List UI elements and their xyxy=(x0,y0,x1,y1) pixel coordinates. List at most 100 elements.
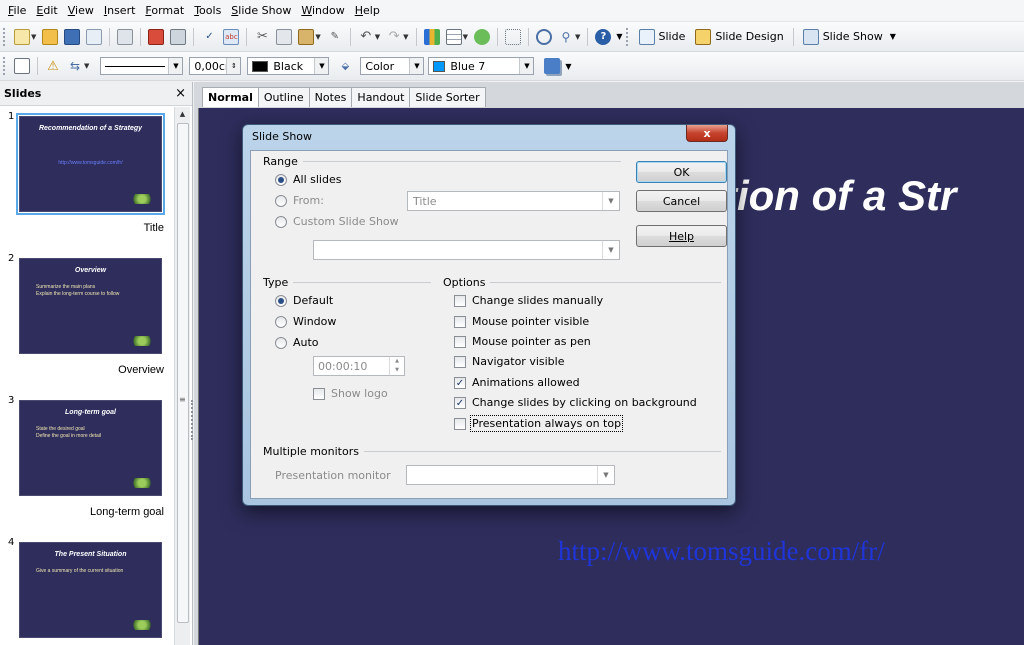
auto-pause-field[interactable]: 00:00:10 ▲ ▼ xyxy=(313,356,405,376)
clone-format-icon[interactable]: ✎ xyxy=(327,29,343,45)
all-slides-radio[interactable]: All slides xyxy=(275,173,341,186)
menu-view[interactable]: View xyxy=(63,4,99,17)
type-default-radio[interactable]: Default xyxy=(275,294,333,307)
spin-icon[interactable]: ▲ ▼ xyxy=(389,357,404,375)
custom-show-select[interactable]: ▼ xyxy=(313,240,620,260)
ok-button[interactable]: OK xyxy=(636,161,727,183)
line-style-select[interactable] xyxy=(100,57,171,75)
menu-help[interactable]: Help xyxy=(350,4,385,17)
slide-name: Overview xyxy=(118,364,164,376)
toolbar-grip[interactable] xyxy=(625,27,630,46)
tab-outline[interactable]: Outline xyxy=(257,87,310,107)
close-icon[interactable]: × xyxy=(175,86,186,101)
toolbar-overflow-icon[interactable]: ▼ xyxy=(565,62,571,71)
undo-dropdown-icon[interactable]: ▼ xyxy=(375,33,380,41)
toolbar-grip[interactable] xyxy=(3,57,7,75)
redo-dropdown-icon[interactable]: ▼ xyxy=(403,33,408,41)
slides-scrollbar[interactable]: ▲ ≡ xyxy=(174,107,190,645)
tab-normal[interactable]: Normal xyxy=(202,87,259,107)
area-style-select[interactable]: Color ▼ xyxy=(360,57,425,75)
undo-icon[interactable]: ↶ xyxy=(358,29,374,45)
open-folder-icon[interactable] xyxy=(42,28,59,45)
dialog-close-button[interactable]: x xyxy=(686,125,728,142)
arrow-style-dropdown-icon[interactable]: ▼ xyxy=(84,62,89,70)
range-label: Range xyxy=(263,155,298,168)
slide-thumbnail[interactable]: 2 Overview Summarize the main plans Expl… xyxy=(0,249,174,391)
toolbar-grip[interactable] xyxy=(3,27,7,46)
spin-icon[interactable]: ⇕ xyxy=(226,58,241,74)
always-on-top-checkbox[interactable]: Presentation always on top xyxy=(454,415,624,432)
show-logo-checkbox[interactable]: Show logo xyxy=(313,387,388,400)
object-icon[interactable] xyxy=(14,58,30,74)
export-pdf-icon[interactable] xyxy=(148,28,165,45)
area-style-icon[interactable]: ⬙ xyxy=(337,58,353,74)
toolbar-overflow-icon[interactable]: ▼ xyxy=(616,32,622,41)
menu-file[interactable]: File xyxy=(3,4,31,17)
line-icon[interactable]: ⚠ xyxy=(45,58,61,74)
line-width-field[interactable]: 0,00cm ⇕ xyxy=(189,57,242,75)
table-icon[interactable] xyxy=(445,28,462,45)
menu-edit[interactable]: Edit xyxy=(31,4,62,17)
menu-insert[interactable]: Insert xyxy=(99,4,141,17)
spellcheck-icon[interactable]: ✓ xyxy=(201,29,217,45)
save-icon[interactable] xyxy=(64,28,81,45)
autospellcheck-icon[interactable]: abc xyxy=(223,28,240,45)
new-dropdown-icon[interactable]: ▼ xyxy=(31,33,36,41)
slide-thumbnail[interactable]: 4 The Present Situation Give a summary o… xyxy=(0,533,174,645)
menu-window[interactable]: Window xyxy=(296,4,349,17)
menu-slide-show[interactable]: Slide Show xyxy=(226,4,296,17)
slide-thumbnail[interactable]: 3 Long-term goal State the desired goal … xyxy=(0,391,174,533)
custom-show-radio[interactable]: Custom Slide Show xyxy=(275,215,399,228)
tab-slide-sorter[interactable]: Slide Sorter xyxy=(409,87,486,107)
menu-format[interactable]: Format xyxy=(140,4,189,17)
presentation-monitor-select[interactable]: ▼ xyxy=(406,465,615,485)
gallery-icon[interactable] xyxy=(473,28,490,45)
navigator-icon[interactable] xyxy=(535,28,552,45)
line-color-select[interactable]: Black ▼ xyxy=(247,57,330,75)
new-document-icon[interactable] xyxy=(14,28,30,45)
slide-thumbnail[interactable]: 1 Recommendation of a Strategy http://ww… xyxy=(0,107,174,249)
paste-dropdown-icon[interactable]: ▼ xyxy=(315,33,320,41)
menu-tools[interactable]: Tools xyxy=(189,4,226,17)
type-window-radio[interactable]: Window xyxy=(275,315,336,328)
help-icon[interactable]: ? xyxy=(595,28,612,45)
table-dropdown-icon[interactable]: ▼ xyxy=(463,33,468,41)
tab-handout[interactable]: Handout xyxy=(351,87,411,107)
pointer-visible-checkbox[interactable]: Mouse pointer visible xyxy=(454,315,589,328)
paste-icon[interactable] xyxy=(298,28,315,45)
toolbar-overflow-icon[interactable]: ▼ xyxy=(890,32,896,41)
redo-icon[interactable]: ↷ xyxy=(386,29,402,45)
help-button[interactable]: Help xyxy=(636,225,727,247)
scrollbar-thumb[interactable] xyxy=(177,123,189,623)
email-icon[interactable] xyxy=(86,28,103,45)
arrow-style-icon[interactable]: ⇆ xyxy=(67,58,83,74)
change-slides-manually-checkbox[interactable]: Change slides manually xyxy=(454,294,603,307)
navigator-visible-checkbox[interactable]: Navigator visible xyxy=(454,355,564,368)
slide-button[interactable]: Slide xyxy=(634,27,691,47)
tab-notes[interactable]: Notes xyxy=(308,87,353,107)
click-background-checkbox[interactable]: ✓ Change slides by clicking on background xyxy=(454,396,697,409)
copy-icon[interactable] xyxy=(276,28,293,45)
type-auto-radio[interactable]: Auto xyxy=(275,336,319,349)
pointer-as-pen-checkbox[interactable]: Mouse pointer as pen xyxy=(454,335,591,348)
from-radio[interactable]: From: xyxy=(275,194,324,207)
from-slide-select[interactable]: Title ▼ xyxy=(407,191,620,211)
type-auto-label: Auto xyxy=(293,336,319,349)
chart-icon[interactable] xyxy=(423,28,440,45)
grid-icon[interactable] xyxy=(504,28,521,45)
slide-show-button[interactable]: Slide Show xyxy=(798,27,888,47)
logo-icon xyxy=(131,620,153,630)
zoom-dropdown-icon[interactable]: ▼ xyxy=(575,33,580,41)
print-icon[interactable] xyxy=(170,28,187,45)
area-color-select[interactable]: Blue 7 ▼ xyxy=(428,57,535,75)
cut-icon[interactable]: ✂ xyxy=(254,29,270,45)
shadow-icon[interactable] xyxy=(544,58,561,74)
line-style-dropdown[interactable]: ▼ xyxy=(168,57,184,75)
edit-file-icon[interactable] xyxy=(117,28,134,45)
zoom-icon[interactable]: ⚲ xyxy=(558,29,574,45)
cancel-button[interactable]: Cancel xyxy=(636,190,727,212)
slide-design-button[interactable]: Slide Design xyxy=(690,27,788,47)
scroll-up-icon[interactable]: ▲ xyxy=(175,107,190,121)
slide-link[interactable]: http://www.tomsguide.com/fr/ xyxy=(558,536,885,567)
animations-allowed-checkbox[interactable]: ✓ Animations allowed xyxy=(454,376,580,389)
